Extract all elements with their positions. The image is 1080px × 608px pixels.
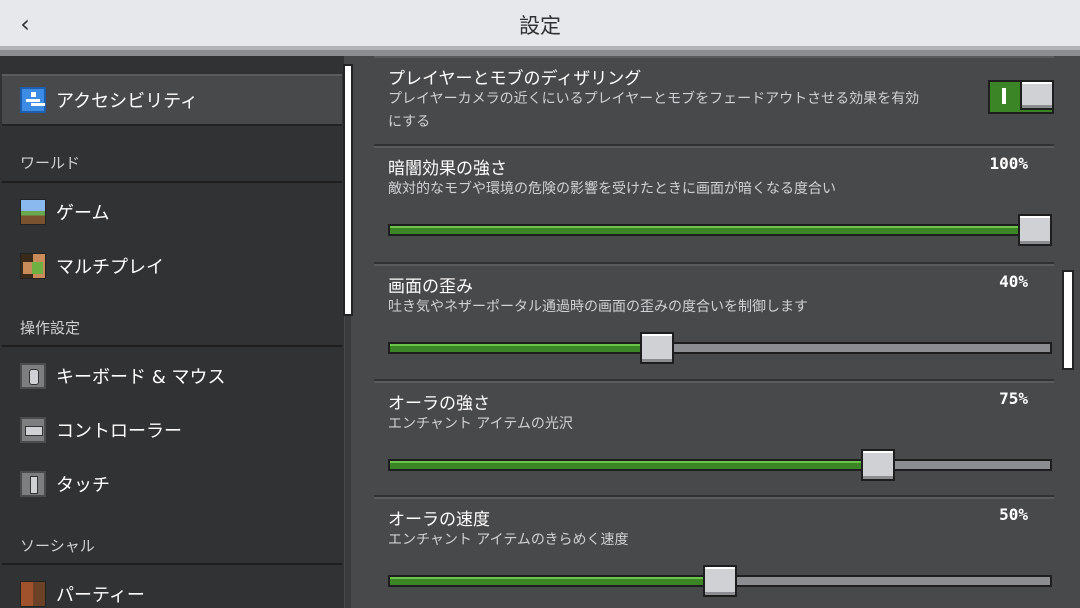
- setting-value: 50%: [999, 505, 1028, 524]
- settings-panel: プレイヤーとモブのディザリング プレイヤーカメラの近くにいるプレイヤーとモブをフ…: [358, 56, 1080, 608]
- slider-fill: [390, 344, 657, 352]
- darkness-slider[interactable]: [388, 214, 1052, 246]
- sidebar-list: アクセシビリティ ワールド ゲーム マルチプレイ 操作設定 キーボード & マウ…: [0, 56, 344, 608]
- main-scrollbar[interactable]: [1062, 270, 1074, 370]
- divider: [2, 181, 342, 183]
- section-header-controls: 操作設定: [20, 319, 81, 337]
- keyboard-mouse-icon: [20, 363, 46, 389]
- setting-player-mob-dithering: プレイヤーとモブのディザリング プレイヤーカメラの近くにいるプレイヤーとモブをフ…: [374, 56, 1054, 144]
- distortion-slider[interactable]: [388, 332, 1052, 364]
- setting-title: 暗闇効果の強さ: [388, 159, 507, 179]
- section-header-world: ワールド: [20, 154, 81, 172]
- sidebar-item-touch[interactable]: タッチ: [2, 458, 342, 510]
- setting-description: 吐き気やネザーポータル通過時の画面の歪みの度合いを制御します: [388, 299, 808, 315]
- controller-icon: [20, 417, 46, 443]
- setting-glint-speed: オーラの速度 50% エンチャント アイテムのきらめく速度: [374, 497, 1054, 608]
- slider-fill: [390, 461, 878, 469]
- setting-description: エンチャント アイテムのきらめく速度: [388, 532, 629, 548]
- toggle-knob: [1020, 80, 1054, 110]
- glint-strength-slider[interactable]: [388, 449, 1052, 481]
- sidebar-item-controller[interactable]: コントローラー: [2, 404, 342, 456]
- setting-darkness-effect: 暗闇効果の強さ 100% 敵対的なモブや環境の危険の影響を受けたときに画面が暗く…: [374, 146, 1054, 262]
- toggle-on-icon: [1002, 88, 1006, 104]
- slider-fill: [390, 577, 720, 585]
- sidebar-item-keyboard-mouse[interactable]: キーボード & マウス: [2, 350, 342, 402]
- sidebar-item-label: コントローラー: [56, 421, 182, 442]
- sidebar-item-game[interactable]: ゲーム: [2, 186, 342, 238]
- sidebar-item-label: マルチプレイ: [56, 257, 164, 278]
- slider-thumb[interactable]: [703, 565, 737, 597]
- multiplayer-icon: [20, 253, 46, 279]
- setting-value: 100%: [989, 154, 1028, 173]
- sidebar-scroll-track[interactable]: [345, 316, 351, 608]
- setting-title: オーラの強さ: [388, 394, 490, 414]
- setting-screen-distortion: 画面の歪み 40% 吐き気やネザーポータル通過時の画面の歪みの度合いを制御します: [374, 264, 1054, 379]
- sidebar-item-multiplayer[interactable]: マルチプレイ: [2, 240, 342, 292]
- slider-thumb[interactable]: [640, 332, 674, 364]
- header-bar: ‹ 設定: [0, 0, 1080, 50]
- dithering-toggle[interactable]: [988, 80, 1054, 114]
- setting-title: オーラの速度: [388, 510, 490, 530]
- sidebar: アクセシビリティ ワールド ゲーム マルチプレイ 操作設定 キーボード & マウ…: [0, 56, 358, 608]
- sidebar-item-label: タッチ: [56, 475, 110, 496]
- sidebar-item-label: ゲーム: [56, 203, 110, 224]
- glint-speed-slider[interactable]: [388, 565, 1052, 597]
- setting-description: プレイヤーカメラの近くにいるプレイヤーとモブをフェードアウトさせる効果を有効にす…: [388, 91, 920, 130]
- sidebar-item-label: アクセシビリティ: [56, 91, 199, 112]
- sidebar-item-label: パーティー: [56, 585, 145, 606]
- setting-title: 画面の歪み: [388, 277, 473, 297]
- setting-description: 敵対的なモブや環境の危険の影響を受けたときに画面が暗くなる度合い: [388, 181, 836, 197]
- setting-value: 40%: [999, 272, 1028, 291]
- setting-glint-strength: オーラの強さ 75% エンチャント アイテムの光沢: [374, 381, 1054, 495]
- slider-thumb[interactable]: [861, 449, 895, 481]
- touch-icon: [20, 471, 46, 497]
- party-icon: [20, 581, 46, 607]
- divider: [2, 345, 342, 347]
- section-header-social: ソーシャル: [20, 537, 95, 555]
- slider-thumb[interactable]: [1018, 214, 1052, 246]
- page-title: 設定: [519, 14, 561, 38]
- divider: [2, 563, 342, 565]
- sidebar-item-label: キーボード & マウス: [56, 367, 226, 388]
- setting-title: プレイヤーとモブのディザリング: [388, 69, 642, 89]
- accessibility-icon: [20, 87, 46, 113]
- sidebar-item-accessibility[interactable]: アクセシビリティ: [2, 74, 342, 126]
- slider-fill: [390, 226, 1035, 234]
- game-icon: [20, 199, 46, 225]
- setting-value: 75%: [999, 389, 1028, 408]
- setting-description: エンチャント アイテムの光沢: [388, 416, 573, 432]
- sidebar-scrollbar[interactable]: [343, 64, 353, 316]
- sidebar-item-party[interactable]: パーティー: [2, 568, 342, 608]
